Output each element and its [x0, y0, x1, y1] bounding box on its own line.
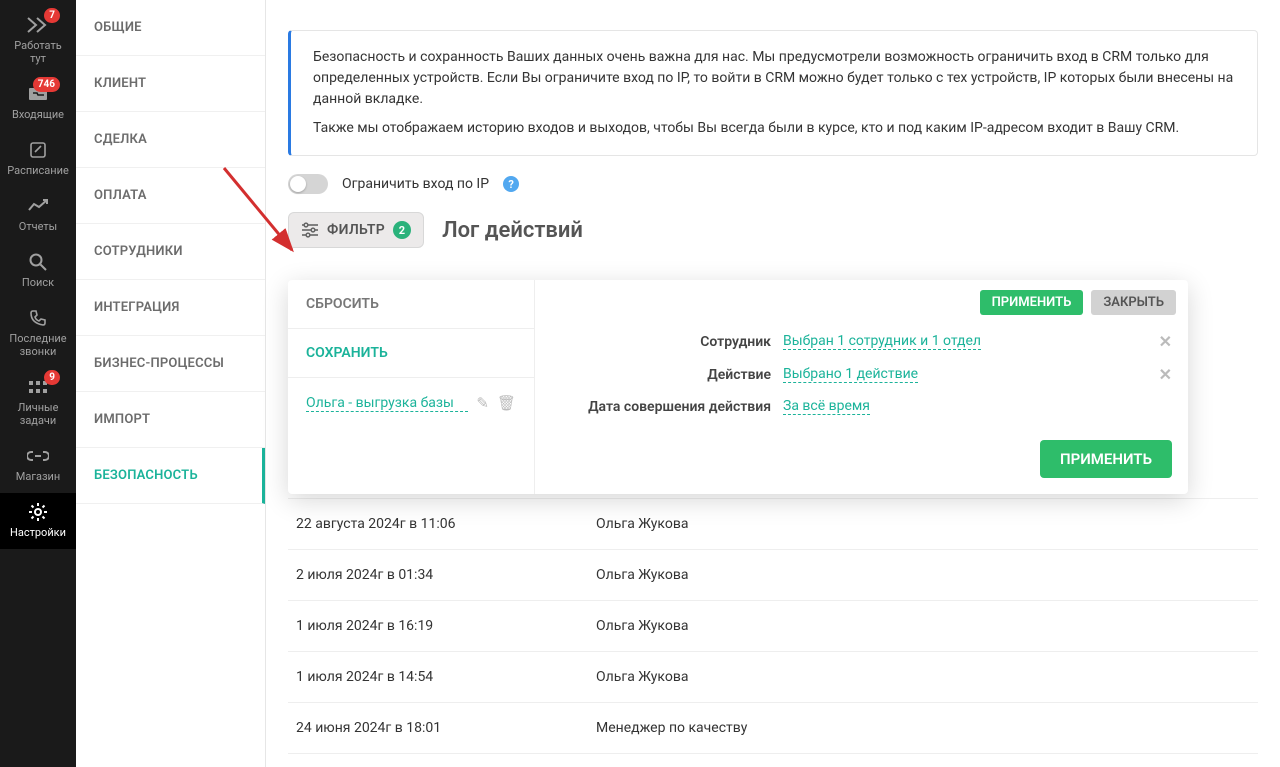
gear-icon	[25, 501, 51, 523]
filter-bar: ФИЛЬТР 2 Лог действий	[288, 212, 1258, 248]
nav-item-chart[interactable]: Отчеты	[0, 187, 76, 243]
badge: 7	[44, 8, 60, 23]
help-icon[interactable]: ?	[503, 176, 519, 192]
nav-label: Настройки	[10, 526, 66, 539]
filter-row-label: Действие	[551, 367, 771, 383]
log-date: 1 июля 2024г в 14:54	[296, 669, 596, 685]
nav-item-phone[interactable]: Последниезвонки	[0, 299, 76, 368]
filter-rows: СотрудникВыбран 1 сотрудник и 1 отдел✕Де…	[535, 321, 1188, 434]
filter-button[interactable]: ФИЛЬТР 2	[288, 212, 424, 248]
badge: 746	[33, 77, 60, 92]
nav-label: Отчеты	[19, 220, 57, 233]
log-date: 24 июня 2024г в 18:01	[296, 720, 596, 736]
filter-row-value[interactable]: Выбрано 1 действие	[783, 366, 918, 383]
filter-save[interactable]: СОХРАНИТЬ	[288, 329, 534, 378]
log-row[interactable]: 24 июня 2024г в 18:01Менеджер по качеств…	[288, 703, 1258, 754]
log-row[interactable]: 1 июля 2024г в 16:19Ольга Жукова	[288, 601, 1258, 652]
nav-label: Последниезвонки	[9, 332, 66, 358]
log-user: Менеджер по качеству	[596, 720, 1250, 736]
log-date: 22 августа 2024г в 11:06	[296, 516, 596, 532]
filter-row-2: Дата совершения действия За всё время	[535, 391, 1188, 422]
log-row[interactable]: 1 июля 2024г в 14:54Ольга Жукова	[288, 652, 1258, 703]
clear-icon[interactable]: ✕	[1159, 365, 1172, 384]
log-date: 2 июля 2024г в 01:34	[296, 567, 596, 583]
log-row[interactable]: 2 июля 2024г в 01:34Ольга Жукова	[288, 550, 1258, 601]
nav-label: Личныезадачи	[18, 401, 59, 427]
filter-row-label: Дата совершения действия	[551, 399, 771, 415]
log-user: Ольга Жукова	[596, 516, 1250, 532]
nav-label: Поиск	[22, 276, 54, 289]
link-icon	[25, 445, 51, 467]
ip-toggle-label: Ограничить вход по IP	[342, 176, 489, 192]
log-user: Ольга Жукова	[596, 618, 1250, 634]
filter-count-badge: 2	[393, 221, 411, 239]
filter-panel-left: СБРОСИТЬ СОХРАНИТЬ Ольга - выгрузка базы…	[288, 280, 535, 494]
log-title: Лог действий	[442, 218, 583, 243]
nav-item-inbox[interactable]: 746 Входящие	[0, 75, 76, 131]
filter-button-label: ФИЛЬТР	[327, 222, 385, 238]
apply-small-button[interactable]: ПРИМЕНИТЬ	[980, 290, 1084, 315]
sidebar-item-7[interactable]: ИМПОРТ	[76, 392, 265, 448]
sidebar-item-1[interactable]: КЛИЕНТ	[76, 56, 265, 112]
chart-icon	[25, 195, 51, 217]
filter-panel-right: ПРИМЕНИТЬ ЗАКРЫТЬ Сотрудник Выбран 1 сотр…	[535, 280, 1188, 494]
sidebar-item-4[interactable]: СОТРУДНИКИ	[76, 224, 265, 280]
info-box: Безопасность и сохранность Ваших данных …	[288, 30, 1258, 156]
filter-row-value[interactable]: Выбран 1 сотрудник и 1 отдел	[783, 333, 981, 350]
filter-panel-top-buttons: ПРИМЕНИТЬ ЗАКРЫТЬ	[535, 280, 1188, 321]
pencil-icon[interactable]: ✎	[476, 394, 489, 412]
sidebar-item-3[interactable]: ОПЛАТА	[76, 168, 265, 224]
nav-label: Магазин	[16, 470, 60, 483]
log-row[interactable]: 22 августа 2024г в 11:06Ольга Жукова	[288, 499, 1258, 550]
saved-filter-link[interactable]: Ольга - выгрузка базы	[306, 395, 468, 412]
nav-item-gear[interactable]: Настройки	[0, 493, 76, 549]
sidebar-item-5[interactable]: ИНТЕГРАЦИЯ	[76, 280, 265, 336]
apply-big-button[interactable]: ПРИМЕНИТЬ	[1040, 440, 1172, 478]
phone-icon	[25, 307, 51, 329]
filter-row-label: Сотрудник	[551, 334, 771, 350]
sidebar-item-2[interactable]: СДЕЛКА	[76, 112, 265, 168]
settings-sidebar: ОБЩИЕКЛИЕНТСДЕЛКАОПЛАТАСОТРУДНИКИИНТЕГРА…	[76, 0, 266, 767]
sidebar-item-6[interactable]: БИЗНЕС-ПРОЦЕССЫ	[76, 336, 265, 392]
main: Безопасность и сохранность Ваших данных …	[266, 0, 1280, 767]
filter-row-value[interactable]: За всё время	[783, 398, 870, 415]
filter-reset[interactable]: СБРОСИТЬ	[288, 280, 534, 329]
ip-toggle-row: Ограничить вход по IP ?	[288, 174, 1258, 194]
ip-toggle[interactable]	[288, 174, 328, 194]
log-user: Ольга Жукова	[596, 669, 1250, 685]
close-small-button[interactable]: ЗАКРЫТЬ	[1091, 290, 1176, 315]
trash-icon[interactable]: 🗑	[497, 394, 516, 412]
sidebar-item-8[interactable]: БЕЗОПАСНОСТЬ	[76, 448, 265, 504]
badge: 9	[44, 370, 60, 385]
nav-label: Входящие	[12, 108, 64, 121]
sliders-icon	[301, 222, 319, 238]
filter-row-1: Действие Выбрано 1 действие ✕	[535, 358, 1188, 391]
log-date: 1 июля 2024г в 16:19	[296, 618, 596, 634]
nav-label: Работатьтут	[14, 39, 61, 65]
nav-item-search[interactable]: Поиск	[0, 243, 76, 299]
saved-filter-row: Ольга - выгрузка базы ✎ 🗑	[288, 378, 534, 428]
nav-item-edit[interactable]: Расписание	[0, 131, 76, 187]
filter-panel: СБРОСИТЬ СОХРАНИТЬ Ольга - выгрузка базы…	[288, 280, 1188, 494]
nav-label: Расписание	[7, 164, 69, 177]
filter-row-0: Сотрудник Выбран 1 сотрудник и 1 отдел ✕	[535, 325, 1188, 358]
log-user: Ольга Жукова	[596, 567, 1250, 583]
nav-item-tasks[interactable]: 9 Личныезадачи	[0, 368, 76, 437]
nav-rail: 7 Работатьтут 746 Входящие Расписание Отчеты П…	[0, 0, 76, 767]
search-icon	[25, 251, 51, 273]
info-text-1: Безопасность и сохранность Ваших данных …	[313, 47, 1235, 110]
nav-item-link[interactable]: Магазин	[0, 437, 76, 493]
sidebar-item-0[interactable]: ОБЩИЕ	[76, 0, 265, 56]
clear-icon[interactable]: ✕	[1159, 332, 1172, 351]
edit-icon	[25, 139, 51, 161]
info-text-2: Также мы отображаем историю входов и вых…	[313, 118, 1235, 139]
nav-item-play[interactable]: 7 Работатьтут	[0, 6, 76, 75]
